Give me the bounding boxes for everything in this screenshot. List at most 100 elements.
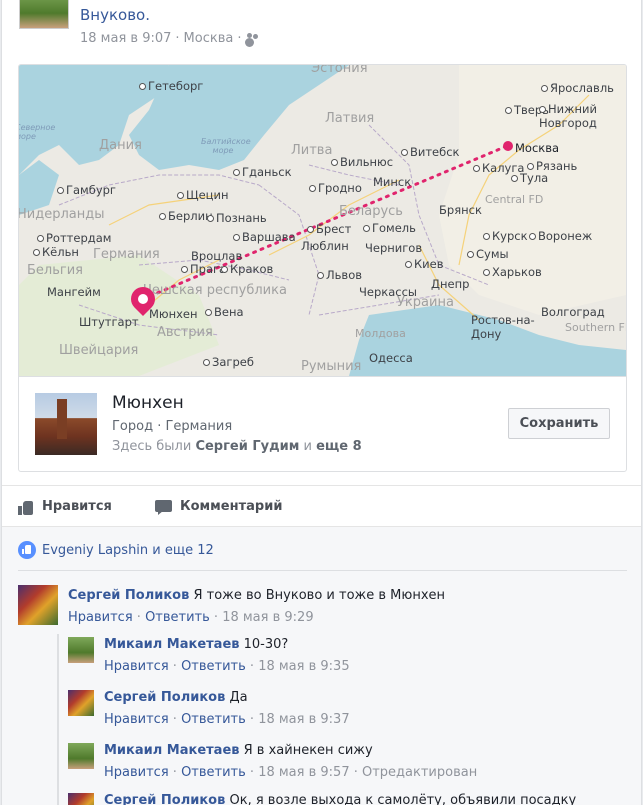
- comment-edited[interactable]: Отредактирован: [362, 765, 477, 780]
- map-label: Гетеборг: [139, 79, 203, 93]
- likes-summary-text[interactable]: Evgeniy Lapshin и еще 12: [42, 543, 214, 558]
- meta-separator: ·: [175, 31, 180, 46]
- comment-time[interactable]: 18 мая в 9:57: [258, 765, 349, 780]
- map-label: Прага: [181, 262, 226, 276]
- map-label: Гамбург: [57, 183, 116, 197]
- reply-thread-line: [57, 634, 59, 805]
- comment-like-link[interactable]: Нравится: [104, 659, 169, 674]
- sep: ·: [168, 712, 182, 727]
- post-card: Внуково. 18 мая в 9:07 · Москва · Эстони…: [1, 0, 642, 805]
- map-label: Гданьск: [233, 165, 292, 179]
- map-label: Тула: [511, 171, 548, 185]
- comment-like-link[interactable]: Нравится: [68, 610, 133, 625]
- like-label: Нравится: [42, 499, 112, 514]
- map-label: Нижний Новгород: [539, 102, 626, 130]
- like-badge-icon: [18, 541, 36, 559]
- sep: ·: [209, 610, 223, 625]
- map-label: Ростов-на-Дону: [471, 313, 535, 341]
- map-label: Мюнхен: [149, 307, 198, 321]
- comment-text: Да: [229, 690, 248, 705]
- comment-like-link[interactable]: Нравится: [104, 765, 169, 780]
- avatar[interactable]: [68, 793, 94, 805]
- map-label: Чешская республика: [143, 283, 287, 298]
- map-label: Southern FD: [565, 321, 626, 334]
- comment-author[interactable]: Сергей Поликов: [68, 588, 189, 603]
- sep: ·: [168, 765, 182, 780]
- avatar[interactable]: [68, 637, 94, 663]
- place-thumbnail[interactable]: [35, 393, 97, 455]
- map-label: Германия: [93, 247, 160, 262]
- post-location[interactable]: Москва: [184, 31, 234, 46]
- avatar[interactable]: [68, 743, 94, 769]
- comment-text: Ок, я возле выхода к самолёту, объявили …: [229, 793, 577, 805]
- map-label: Роттердам: [37, 231, 111, 245]
- save-button[interactable]: Сохранить: [508, 408, 610, 439]
- visitor-name[interactable]: Сергей Гудим: [195, 439, 299, 454]
- map-label: Вена: [205, 305, 244, 319]
- map-label: Северное море: [19, 123, 56, 141]
- map-label: Краков: [221, 262, 273, 276]
- destination-marker: [503, 141, 513, 151]
- map-label: Швейцария: [59, 343, 139, 358]
- map-label: Воронеж: [529, 229, 592, 243]
- map-label: Брест: [307, 222, 351, 236]
- comment-time[interactable]: 18 мая в 9:35: [258, 659, 349, 674]
- comment-label: Комментарий: [180, 499, 283, 514]
- post-date[interactable]: 18 мая в 9:07: [80, 31, 171, 46]
- comment-reply-link[interactable]: Ответить: [181, 765, 246, 780]
- place-info: Мюнхен Город · Германия Здесь были Серге…: [19, 376, 626, 471]
- map-label: Берлин: [159, 209, 213, 223]
- comment-author[interactable]: Сергей Поликов: [104, 793, 225, 805]
- map-label: Литва: [291, 143, 333, 158]
- map-label: Познань: [207, 211, 267, 225]
- place-attachment[interactable]: Эстония Гетеборг Тверь Ярославль Нижний …: [18, 64, 627, 472]
- comment-author[interactable]: Сергей Поликов: [104, 690, 225, 705]
- map-label: Дания: [99, 138, 142, 153]
- sep: ·: [245, 712, 259, 727]
- map-label: Эстония: [311, 65, 368, 76]
- map-label: Штутгарт: [79, 315, 139, 329]
- comment-reply-link[interactable]: Ответить: [181, 712, 246, 727]
- meta-separator: ·: [237, 31, 242, 46]
- comment-icon: [155, 499, 172, 515]
- comment-like-link[interactable]: Нравится: [104, 712, 169, 727]
- likes-summary[interactable]: Evgeniy Lapshin и еще 12: [18, 541, 214, 559]
- comment-button[interactable]: Комментарий: [155, 486, 282, 528]
- map-label: Люблин: [301, 239, 349, 253]
- like-button[interactable]: Нравится: [18, 486, 112, 528]
- map-label: Чернигов: [365, 241, 423, 255]
- place-name[interactable]: Мюнхен: [112, 393, 184, 413]
- map-label: Киев: [405, 257, 444, 271]
- map-label: Днепр: [431, 277, 470, 291]
- map-label: Мангейм: [47, 285, 101, 299]
- comment-time[interactable]: 18 мая в 9:37: [258, 712, 349, 727]
- visitors-and: и: [299, 439, 317, 454]
- people-icon[interactable]: [245, 33, 259, 44]
- comments-section: Evgeniy Lapshin и еще 12 Сергей Поликов …: [2, 527, 641, 805]
- comment-time[interactable]: 18 мая в 9:29: [222, 610, 313, 625]
- sep: ·: [168, 659, 182, 674]
- map-label: Балтийское море: [201, 137, 251, 155]
- post-header-text[interactable]: Внуково.: [80, 6, 150, 24]
- visitors-more[interactable]: еще 8: [316, 439, 362, 454]
- thumbs-up-icon: [18, 500, 34, 515]
- place-visitors: Здесь были Сергей Гудим и еще 8: [112, 439, 362, 454]
- map-label: Брянск: [439, 203, 482, 217]
- map[interactable]: Эстония Гетеборг Тверь Ярославль Нижний …: [19, 65, 626, 376]
- comment-author[interactable]: Микаил Макетаев: [104, 743, 240, 758]
- map-label: Львов: [317, 268, 362, 282]
- map-label: Вильнюс: [331, 155, 393, 169]
- map-label: Австрия: [157, 325, 213, 340]
- map-label: Загреб: [203, 355, 254, 369]
- author-avatar[interactable]: [19, 0, 69, 29]
- map-label: Курск: [483, 229, 528, 243]
- comment-reply-link[interactable]: Ответить: [181, 659, 246, 674]
- comment-reply-link[interactable]: Ответить: [145, 610, 210, 625]
- avatar[interactable]: [68, 690, 94, 716]
- sep: ·: [349, 765, 362, 780]
- map-label: Варшава: [233, 230, 296, 244]
- comment-author[interactable]: Микаил Макетаев: [104, 637, 240, 652]
- avatar[interactable]: [18, 585, 58, 625]
- post-actions: Нравится Комментарий: [2, 485, 641, 528]
- post-meta: 18 мая в 9:07 · Москва ·: [80, 31, 259, 46]
